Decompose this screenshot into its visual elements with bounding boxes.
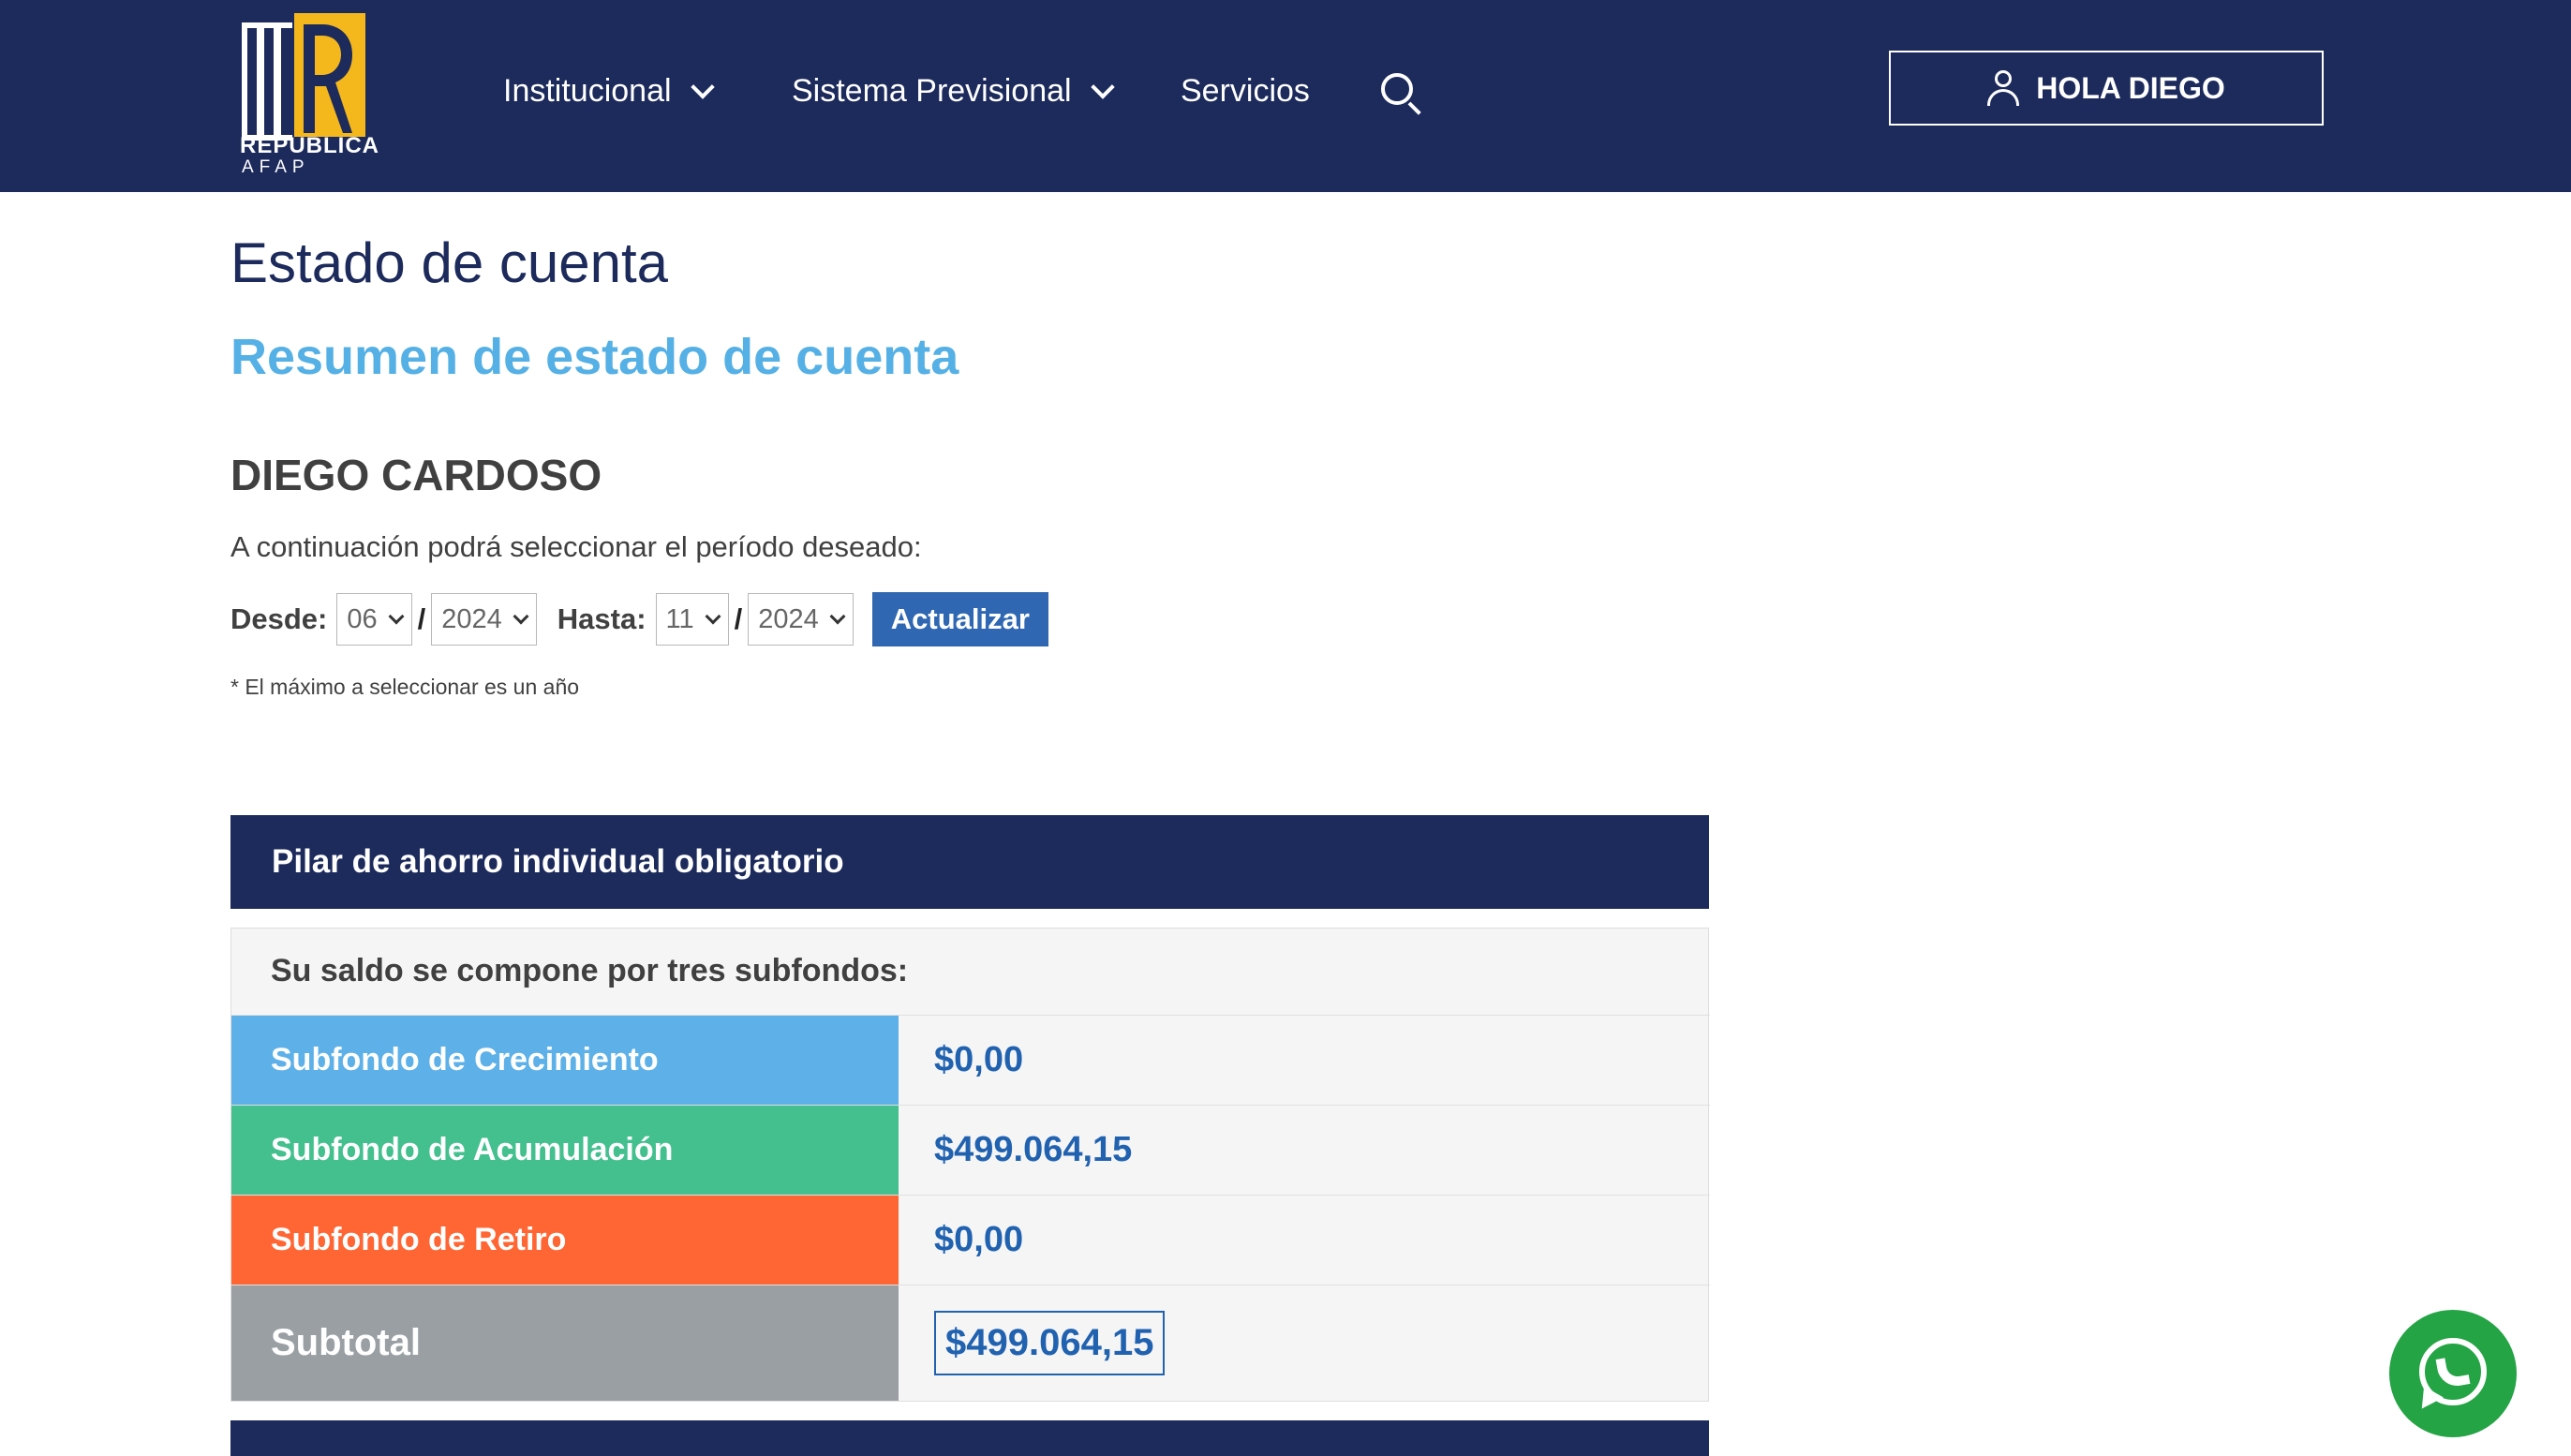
pillar-header: Pilar de ahorro individual obligatorio: [230, 815, 1709, 909]
update-button[interactable]: Actualizar: [871, 592, 1048, 646]
chevron-down-icon: [690, 74, 715, 99]
chevron-down-icon: [388, 608, 405, 625]
subfunds-intro: Su saldo se compone por tres subfondos:: [271, 953, 909, 988]
subtotal-amount: $499.064,15: [934, 1311, 1166, 1375]
from-label: Desde:: [230, 602, 328, 635]
user-button-label: HOLA DIEGO: [2036, 70, 2225, 105]
logo-r-icon: [304, 24, 352, 133]
logo-name: REPUBLICA: [240, 133, 380, 158]
subfund-row-retiro: Subfondo de Retiro $0,00: [231, 1195, 1710, 1285]
subtotal-value: $499.064,15: [934, 1285, 1166, 1401]
max-period-note: * El máximo a seleccionar es un año: [230, 675, 580, 699]
to-label: Hasta:: [557, 602, 646, 635]
subfund-name: Subfondo de Crecimiento: [231, 1016, 899, 1105]
subfunds-card: Su saldo se compone por tres subfondos: …: [230, 928, 1710, 1402]
subfund-name: Subfondo de Retiro: [231, 1196, 899, 1285]
chevron-down-icon: [1090, 74, 1115, 99]
period-intro-text: A continuación podrá seleccionar el perí…: [230, 530, 922, 563]
chevron-down-icon: [705, 608, 721, 625]
next-pillar-header: [230, 1420, 1709, 1456]
to-month-select[interactable]: 11: [655, 593, 729, 646]
whatsapp-icon[interactable]: [2389, 1310, 2517, 1437]
nav-label: Institucional: [503, 73, 672, 109]
from-year-value: 2024: [441, 603, 502, 634]
subfund-value: $0,00: [934, 1220, 1024, 1259]
from-month-select[interactable]: 06: [336, 593, 412, 646]
nav-item-sistema-previsional[interactable]: Sistema Previsional: [792, 73, 1115, 110]
nav-label: Servicios: [1181, 73, 1310, 109]
to-year-select[interactable]: 2024: [748, 593, 854, 646]
page-subtitle: Resumen de estado de cuenta: [230, 329, 959, 385]
from-month-value: 06: [347, 603, 378, 634]
logo-bars: [242, 22, 292, 141]
chevron-down-icon: [513, 608, 529, 625]
nav-item-servicios[interactable]: Servicios: [1181, 73, 1310, 110]
nav-item-institucional[interactable]: Institucional: [503, 73, 715, 110]
search-icon[interactable]: [1381, 73, 1422, 115]
from-year-select[interactable]: 2024: [431, 593, 537, 646]
date-separator: /: [417, 602, 426, 635]
user-account-button[interactable]: HOLA DIEGO: [1889, 51, 2324, 126]
subtotal-label: Subtotal: [231, 1285, 899, 1401]
republica-afap-logo[interactable]: REPUBLICA AFAP: [240, 13, 379, 177]
logo-sub: AFAP: [242, 157, 310, 177]
subfund-name: Subfondo de Acumulación: [231, 1106, 899, 1195]
subfund-value: $499.064,15: [934, 1130, 1133, 1169]
subfund-row-crecimiento: Subfondo de Crecimiento $0,00: [231, 1015, 1710, 1105]
top-navbar: REPUBLICA AFAP Institucional Sistema Pre…: [0, 0, 2571, 192]
to-year-value: 2024: [758, 603, 819, 634]
page-title: Estado de cuenta: [230, 231, 669, 294]
subfund-value: $0,00: [934, 1040, 1024, 1079]
subtotal-row: Subtotal $499.064,15: [231, 1285, 1710, 1401]
date-separator: /: [734, 602, 743, 635]
nav-label: Sistema Previsional: [792, 73, 1072, 109]
period-filter: Desde: 06 / 2024 Hasta: 11 / 2024 Actual…: [230, 592, 1048, 646]
account-holder-name: DIEGO CARDOSO: [230, 451, 602, 499]
subfund-row-acumulacion: Subfondo de Acumulación $499.064,15: [231, 1105, 1710, 1195]
user-icon: [1987, 70, 2020, 106]
chevron-down-icon: [829, 608, 846, 625]
to-month-value: 11: [665, 603, 694, 634]
